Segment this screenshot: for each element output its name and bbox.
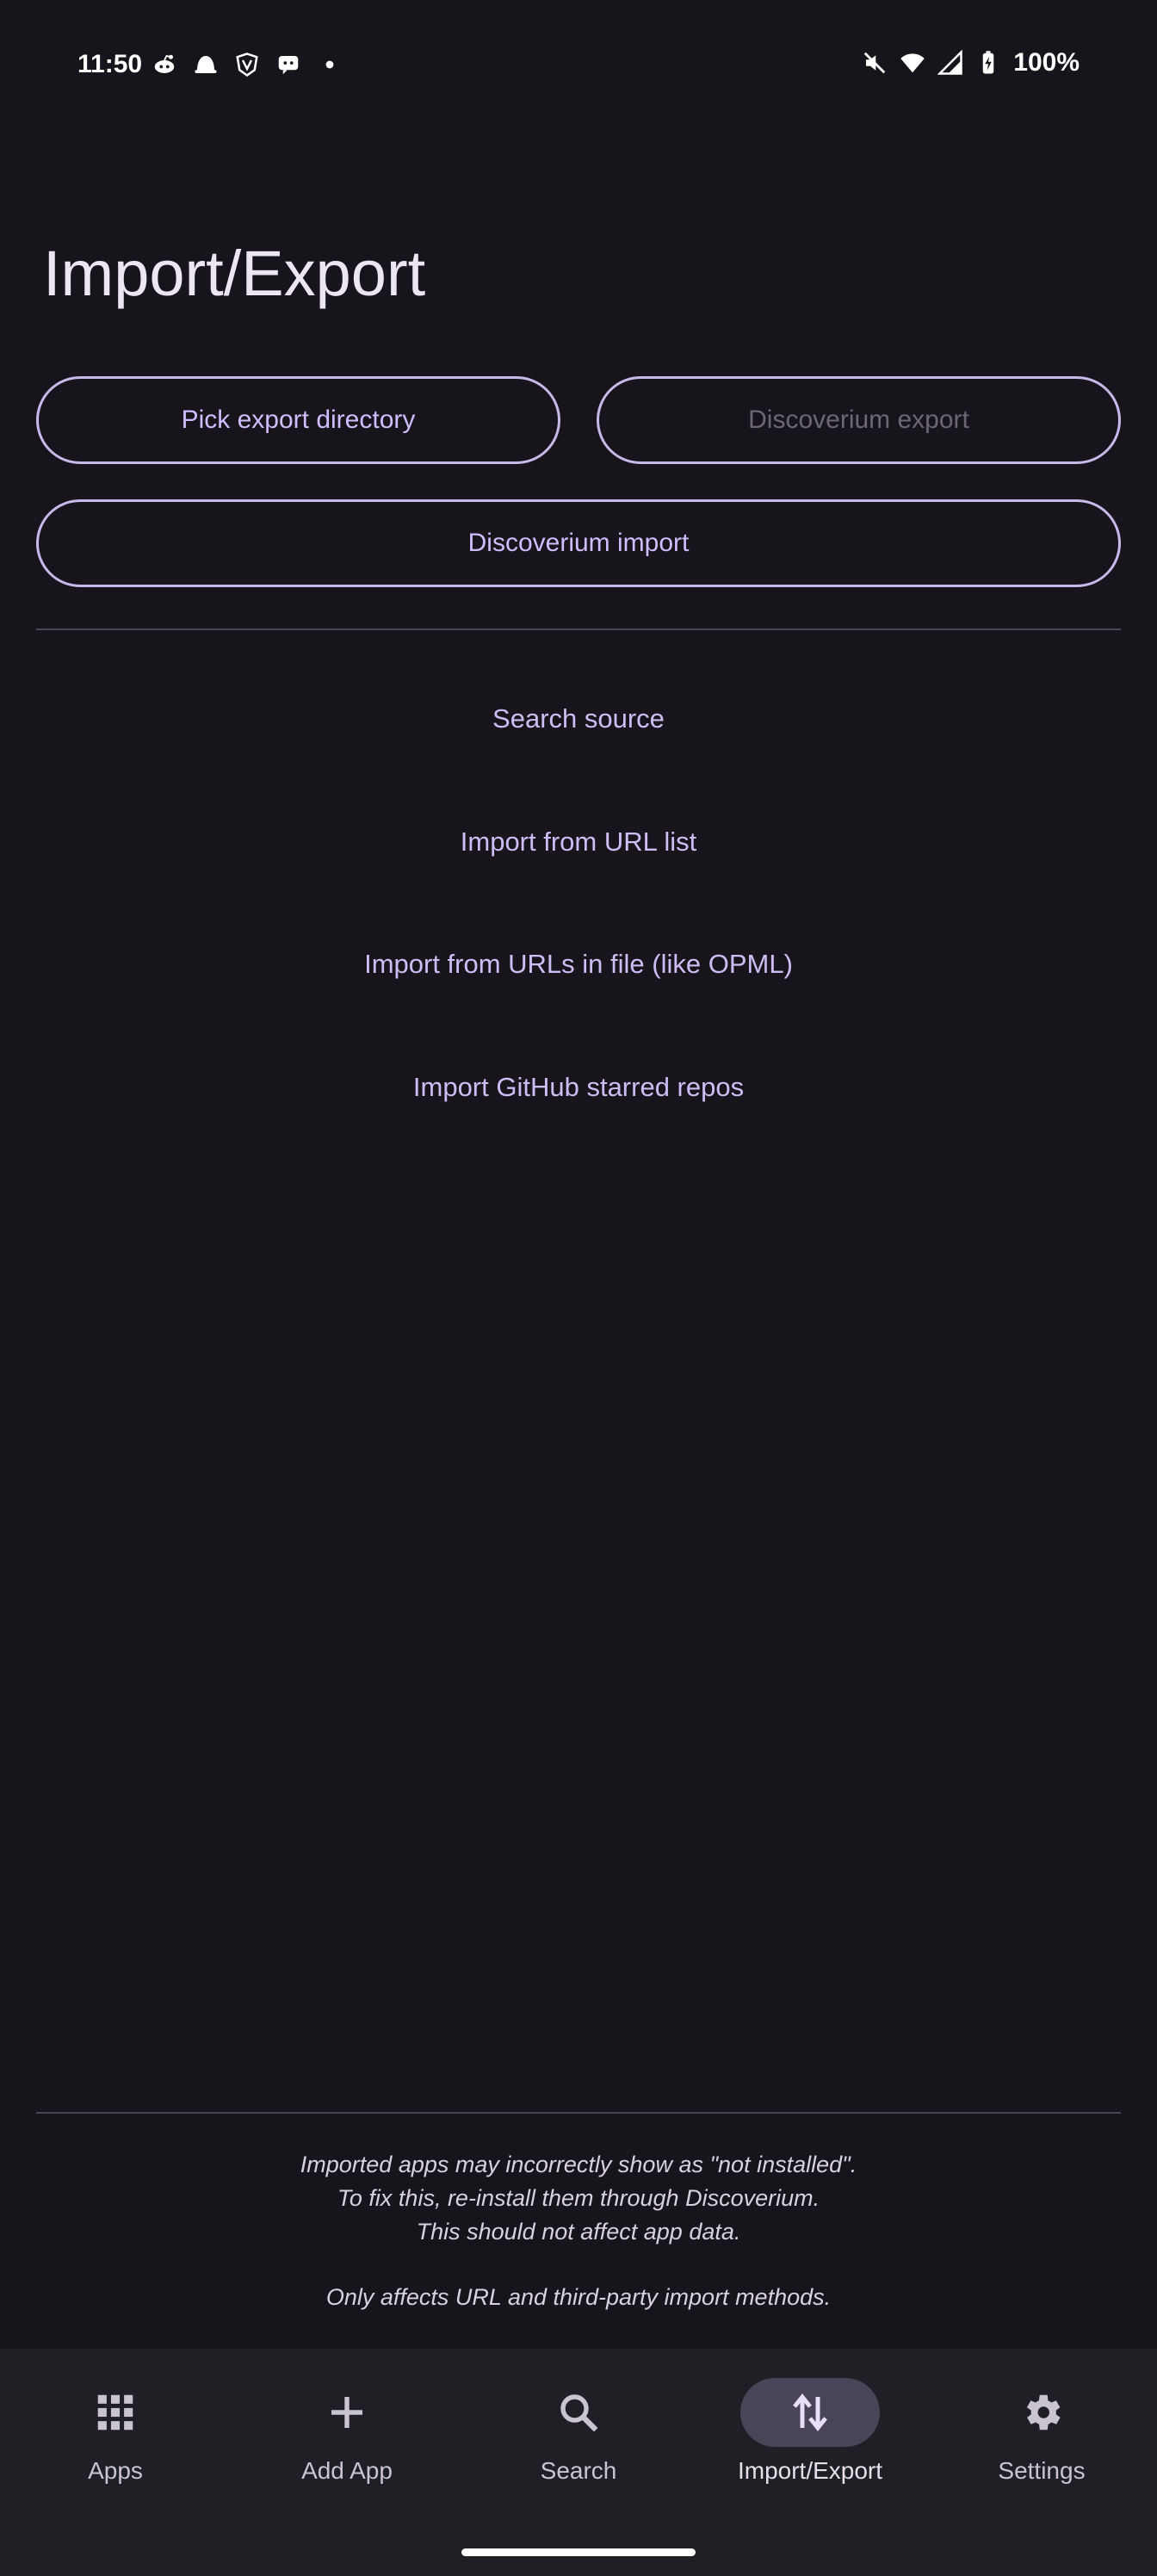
discoverium-import-button[interactable]: Discoverium import (36, 499, 1121, 587)
gear-icon (1026, 2394, 1061, 2430)
page-title: Import/Export (43, 238, 426, 309)
ghost-icon (193, 52, 219, 77)
divider (36, 629, 1121, 630)
footnote-line: Only affects URL and third-party import … (325, 2284, 832, 2310)
nav-item-settings[interactable]: Settings (956, 2378, 1128, 2485)
search-icon (560, 2394, 598, 2432)
reddit-icon (152, 52, 177, 77)
home-indicator[interactable] (461, 2548, 696, 2556)
nav-label: Import/Export (737, 2457, 883, 2484)
nav-item-import-export[interactable]: Import/Export (724, 2378, 896, 2485)
import-export-icon (793, 2393, 827, 2431)
search-source-button[interactable]: Search source (0, 703, 1157, 734)
plus-icon (331, 2397, 362, 2428)
nav-pill (972, 2378, 1111, 2447)
discoverium-export-button[interactable]: Discoverium export (597, 376, 1121, 464)
status-time: 11:50 (77, 50, 143, 78)
footnote-line: Imported apps may incorrectly show as "n… (300, 2152, 857, 2177)
status-bar: 11:50 100% (0, 0, 1157, 129)
nav-pill (46, 2378, 185, 2447)
nav-label: Search (540, 2457, 617, 2484)
footnote-line: To fix this, re-install them through Dis… (337, 2185, 820, 2211)
nav-pill-active (740, 2378, 880, 2447)
import-github-starred-button[interactable]: Import GitHub starred repos (0, 1072, 1157, 1103)
nav-label: Settings (998, 2457, 1086, 2484)
battery-charging-icon (975, 50, 1001, 76)
nav-pill (509, 2378, 648, 2447)
notification-icons (152, 52, 343, 77)
nav-item-apps[interactable]: Apps (29, 2378, 201, 2485)
dot-icon (317, 52, 343, 77)
footnote-line: This should not affect app data. (416, 2219, 741, 2245)
vpn-shield-icon (234, 52, 260, 77)
import-url-list-button[interactable]: Import from URL list (0, 827, 1157, 858)
wifi-icon (900, 50, 925, 76)
nav-pill (277, 2378, 417, 2447)
nav-label: Apps (88, 2457, 143, 2484)
pick-export-directory-button[interactable]: Pick export directory (36, 376, 560, 464)
mute-icon (862, 50, 888, 76)
nav-item-add-app[interactable]: Add App (261, 2378, 433, 2485)
apps-grid-icon (97, 2394, 133, 2430)
messaging-icon (275, 52, 301, 77)
nav-label: Add App (301, 2457, 393, 2484)
divider (36, 2112, 1121, 2114)
import-urls-in-file-button[interactable]: Import from URLs in file (like OPML) (0, 949, 1157, 980)
battery-percentage: 100% (1013, 48, 1080, 77)
nav-item-search[interactable]: Search (492, 2378, 665, 2485)
cell-signal-icon (937, 50, 963, 76)
system-icons: 100% (862, 48, 1080, 77)
